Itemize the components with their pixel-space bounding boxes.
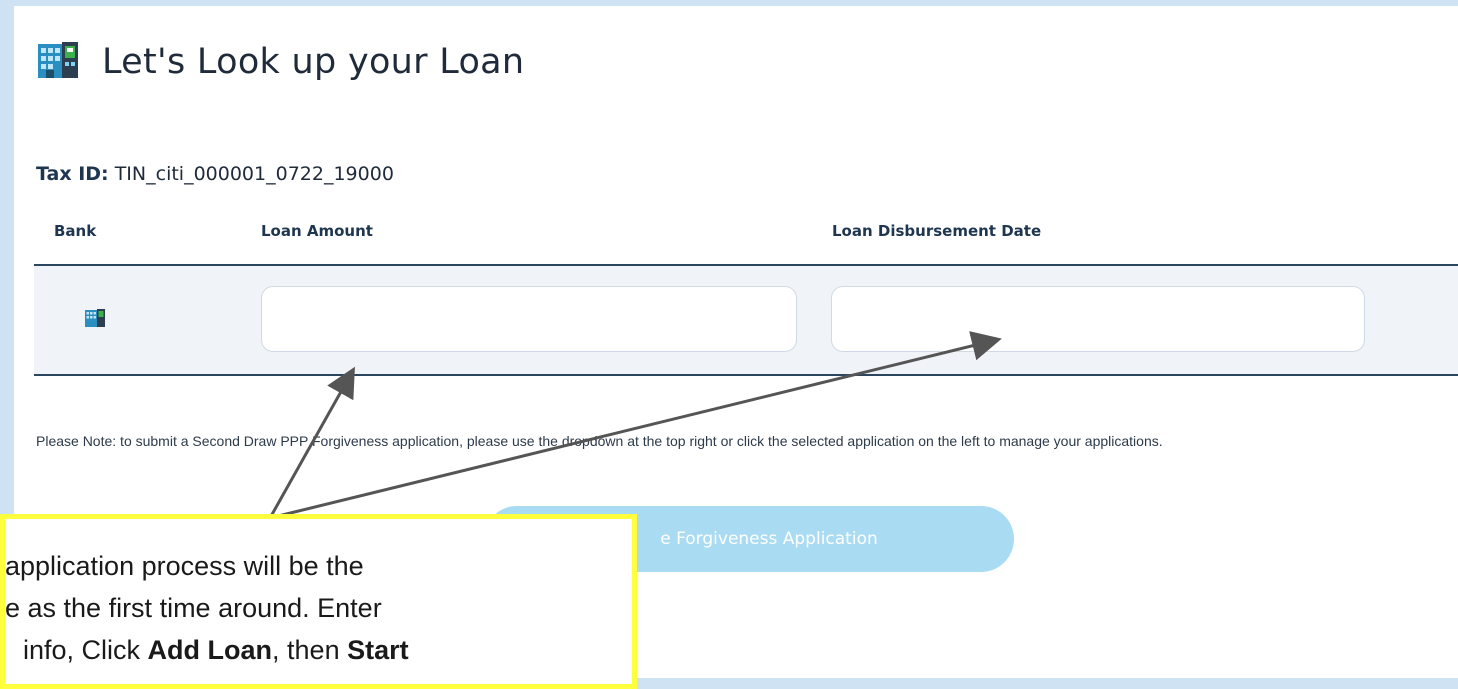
callout-line-3b: , then <box>272 635 348 665</box>
callout-start: Start <box>347 635 409 665</box>
callout-add-loan: Add Loan <box>147 635 273 665</box>
callout-line-3a: info, Click <box>23 635 148 665</box>
annotation-callout: application process will be the e as the… <box>0 514 637 689</box>
callout-line-1: application process will be the <box>5 551 364 581</box>
callout-line-2: e as the first time around. Enter <box>5 593 382 623</box>
arrow-to-disbursement-date <box>269 331 1002 520</box>
callout-text: application process will be the e as the… <box>5 545 632 671</box>
arrow-to-loan-amount <box>268 366 355 519</box>
